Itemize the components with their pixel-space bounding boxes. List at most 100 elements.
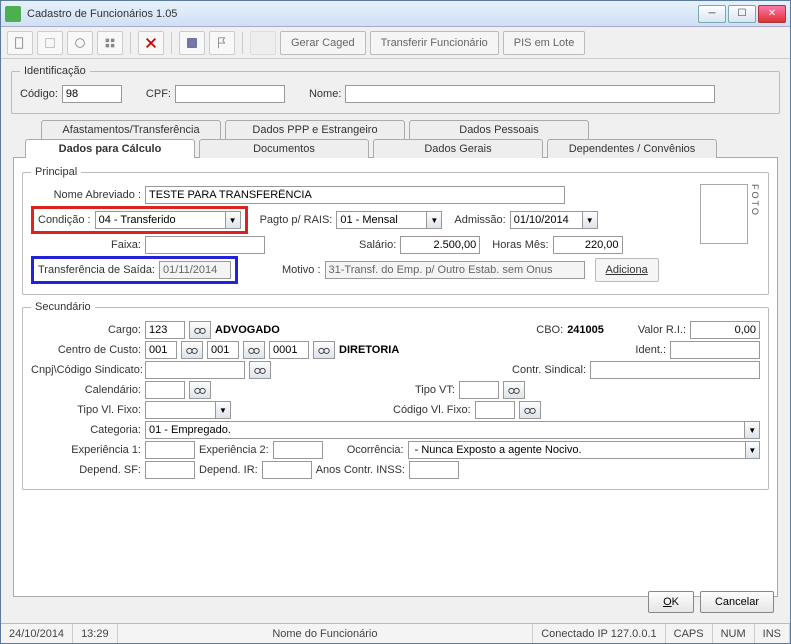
titlebar: Cadastro de Funcionários 1.05 ─ ☐ ✕ [1,1,790,27]
cc3-input[interactable] [269,341,309,359]
cc2-input[interactable] [207,341,239,359]
condicao-input[interactable] [95,211,225,229]
cod-vl-fixo-label: Código Vl. Fixo: [393,404,471,416]
status-connection: Conectado IP 127.0.0.1 [533,624,665,643]
binoculars-icon[interactable] [249,361,271,379]
chevron-down-icon[interactable]: ▼ [744,421,760,439]
admissao-label: Admissão: [454,214,505,226]
binoculars-icon[interactable] [519,401,541,419]
cnpj-sind-input[interactable] [145,361,245,379]
anos-inss-input[interactable] [409,461,459,479]
chevron-down-icon[interactable]: ▼ [225,211,241,229]
contr-sind-input[interactable] [590,361,760,379]
cargo-nome: ADVOGADO [215,324,280,336]
salario-input[interactable] [400,236,480,254]
binoculars-icon[interactable] [243,341,265,359]
toolbar-save-icon[interactable] [179,31,205,55]
binoculars-icon[interactable] [313,341,335,359]
ocorrencia-combo[interactable]: ▼ [408,441,760,459]
cc1-input[interactable] [145,341,177,359]
condicao-combo[interactable]: ▼ [95,211,241,229]
dep-ir-input[interactable] [262,461,312,479]
foto-label: FOTO [750,184,760,217]
toolbar-grid-icon[interactable] [97,31,123,55]
tab-dependentes[interactable]: Dependentes / Convênios [547,139,717,158]
ok-button[interactable]: OK [648,591,694,613]
calendario-input[interactable] [145,381,185,399]
categoria-combo[interactable]: ▼ [145,421,760,439]
tab-dados-ppp[interactable]: Dados PPP e Estrangeiro [225,120,405,139]
ocorrencia-input[interactable] [408,441,745,459]
adiciona-button[interactable]: Adiciona [595,258,659,282]
status-caps: CAPS [666,624,713,643]
admissao-combo[interactable]: ▼ [510,211,598,229]
binoculars-icon[interactable] [189,381,211,399]
minimize-button[interactable]: ─ [698,5,726,23]
ident-input[interactable] [670,341,760,359]
cargo-label: Cargo: [31,324,141,336]
exp1-input[interactable] [145,441,195,459]
faixa-label: Faixa: [31,239,141,251]
toolbar-new-icon[interactable] [7,31,33,55]
cpf-label: CPF: [146,88,171,100]
transf-saida-input[interactable] [159,261,231,279]
toolbar-flag-icon[interactable] [209,31,235,55]
tab-afastamentos[interactable]: Afastamentos/Transferência [41,120,221,139]
pagto-rais-combo[interactable]: ▼ [336,211,442,229]
horas-mes-input[interactable] [553,236,623,254]
codigo-input[interactable] [62,85,122,103]
chevron-down-icon[interactable]: ▼ [745,441,760,459]
maximize-button[interactable]: ☐ [728,5,756,23]
tab-documentos[interactable]: Documentos [199,139,369,158]
pagto-rais-input[interactable] [336,211,426,229]
gerar-caged-button[interactable]: Gerar Caged [280,31,366,55]
dep-ir-label: Depend. IR: [199,464,258,476]
tipo-vl-fixo-input[interactable] [145,401,215,419]
binoculars-icon[interactable] [181,341,203,359]
statusbar: 24/10/2014 13:29 Nome do Funcionário Con… [1,623,790,643]
pis-em-lote-button[interactable]: PIS em Lote [503,31,586,55]
cc-nome: DIRETORIA [339,344,399,356]
tab-dados-pessoais[interactable]: Dados Pessoais [409,120,589,139]
salario-label: Salário: [359,239,396,251]
chevron-down-icon[interactable]: ▼ [582,211,598,229]
transf-saida-highlight: Transferência de Saída: [31,256,238,284]
binoculars-icon[interactable] [503,381,525,399]
toolbar-blank-icon[interactable] [37,31,63,55]
identificacao-legend: Identificação [20,65,90,77]
tipo-vt-input[interactable] [459,381,499,399]
condicao-highlight: Condição : ▼ [31,206,248,234]
toolbar-delete-icon[interactable] [138,31,164,55]
app-icon [5,6,21,22]
status-ins: INS [755,624,790,643]
tabs-container: Afastamentos/Transferência Dados PPP e E… [13,120,778,597]
transferir-funcionario-button[interactable]: Transferir Funcionário [370,31,499,55]
valor-ri-input[interactable] [690,321,760,339]
tab-dados-calculo[interactable]: Dados para Cálculo [25,139,195,158]
tab-dados-gerais[interactable]: Dados Gerais [373,139,543,158]
cancelar-button[interactable]: Cancelar [700,591,774,613]
app-window: Cadastro de Funcionários 1.05 ─ ☐ ✕ Gera… [0,0,791,644]
cargo-cod-input[interactable] [145,321,185,339]
chevron-down-icon[interactable]: ▼ [215,401,231,419]
admissao-input[interactable] [510,211,582,229]
exp2-input[interactable] [273,441,323,459]
categoria-input[interactable] [145,421,744,439]
chevron-down-icon[interactable]: ▼ [426,211,442,229]
binoculars-icon[interactable] [189,321,211,339]
tipo-vt-label: Tipo VT: [415,384,455,396]
codigo-label: Código: [20,88,58,100]
cod-vl-fixo-input[interactable] [475,401,515,419]
nome-abrev-input[interactable] [145,186,565,204]
dep-sf-input[interactable] [145,461,195,479]
motivo-label: Motivo : [282,264,321,276]
cc-label: Centro de Custo: [31,344,141,356]
faixa-input[interactable] [145,236,265,254]
foto-placeholder[interactable] [700,184,748,244]
cpf-input[interactable] [175,85,285,103]
close-button[interactable]: ✕ [758,5,786,23]
horas-mes-label: Horas Mês: [492,239,548,251]
tipo-vl-fixo-combo[interactable]: ▼ [145,401,231,419]
toolbar-globe-icon[interactable] [67,31,93,55]
nome-input[interactable] [345,85,715,103]
